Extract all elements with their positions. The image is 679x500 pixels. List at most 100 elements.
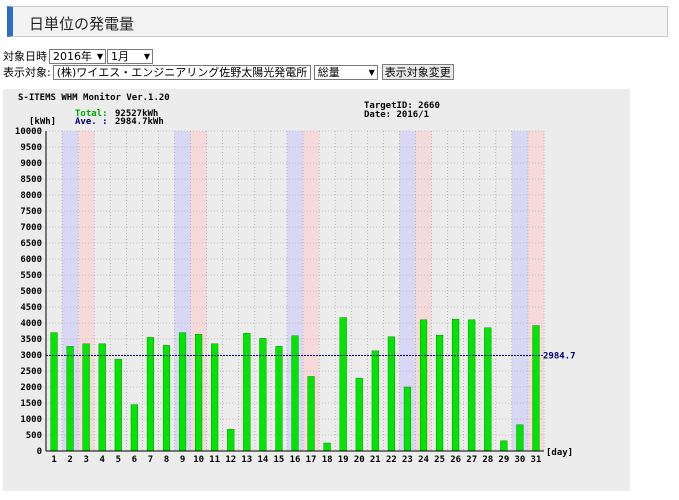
y-tick-label: 8500 <box>20 175 42 185</box>
x-tick-label: 21 <box>370 455 381 465</box>
x-tick-label: 19 <box>338 455 349 465</box>
generation-chart: 0 500 1000 1500 2000 2500 3000 3500 4000 4500 5000… <box>3 89 630 491</box>
bar <box>500 440 508 452</box>
bar <box>98 343 106 452</box>
x-unit-label: [day] <box>546 448 573 458</box>
year-select[interactable]: 2016年 ▼ <box>49 48 106 64</box>
bar <box>371 350 379 452</box>
target-selector-row: 表示対象: (株)ワイエス・エンジニアリング佐野太陽光発電所 ▼ 総量 ▼ 表示… <box>3 64 454 80</box>
x-tick-label: 15 <box>274 455 285 465</box>
chevron-down-icon: ▼ <box>368 67 375 77</box>
y-tick-label: 2500 <box>20 367 42 377</box>
y-tick-label: 7000 <box>20 223 42 233</box>
x-tick-label: 12 <box>225 455 236 465</box>
page-title-bar: 日単位の発電量 <box>7 6 668 37</box>
chart-svg: 0 500 1000 1500 2000 2500 3000 3500 4000 4500 5000… <box>15 92 576 465</box>
x-tick-label: 26 <box>450 455 461 465</box>
date-selector-row: 対象日時 2016年 ▼ 1月 ▼ <box>3 48 154 64</box>
y-tick-label: 3000 <box>20 351 42 361</box>
y-tick-label: 9000 <box>20 159 42 169</box>
month-select-value: 1月 <box>111 50 129 63</box>
y-tick-label: 6500 <box>20 239 42 249</box>
year-select-value: 2016年 <box>53 50 92 63</box>
x-tick-label: 8 <box>164 455 169 465</box>
x-tick-label: 29 <box>498 455 509 465</box>
bar <box>162 345 171 452</box>
bar <box>275 346 283 452</box>
chevron-down-icon: ▼ <box>310 68 311 77</box>
y-tick-label: 0 <box>37 447 42 457</box>
bar <box>484 327 492 452</box>
x-tick-label: 10 <box>193 455 204 465</box>
bar <box>516 424 524 452</box>
x-tick-label: 9 <box>180 455 185 465</box>
metric-select-value: 総量 <box>317 66 340 79</box>
x-tick-label: 20 <box>354 455 365 465</box>
bar <box>195 333 203 452</box>
y-tick-label: 4500 <box>20 303 42 313</box>
x-tick-label: 31 <box>531 455 542 465</box>
month-select[interactable]: 1月 ▼ <box>107 48 153 64</box>
bar <box>227 429 235 452</box>
bar <box>50 332 58 452</box>
bar <box>243 333 251 452</box>
y-tick-label: 5000 <box>20 287 42 297</box>
x-tick-label: 22 <box>386 455 397 465</box>
date-label: 対象日時 <box>3 50 47 63</box>
bar <box>82 343 90 452</box>
bar <box>355 377 363 452</box>
x-tick-label: 3 <box>83 455 88 465</box>
x-tick-label: 23 <box>402 455 413 465</box>
y-tick-label: 1000 <box>20 415 42 425</box>
bar <box>307 376 315 452</box>
x-tick-label: 6 <box>132 455 137 465</box>
chevron-down-icon: ▼ <box>143 51 150 61</box>
x-tick-label: 28 <box>482 455 493 465</box>
bar <box>211 343 219 452</box>
x-tick-label: 30 <box>514 455 525 465</box>
average-line-label: 2984.7 <box>543 351 576 361</box>
bar <box>452 318 460 452</box>
chevron-down-icon: ▼ <box>96 51 103 61</box>
bar <box>339 317 347 452</box>
x-tick-label: 11 <box>209 455 220 465</box>
x-tick-label: 2 <box>67 455 72 465</box>
x-tick-label: 5 <box>116 455 121 465</box>
x-tick-label: 17 <box>306 455 317 465</box>
facility-select-value: (株)ワイエス・エンジニアリング佐野太陽光発電所 <box>56 66 308 79</box>
bar <box>323 442 331 452</box>
ave-value: 2984.7kWh <box>115 117 164 127</box>
x-tick-label: 1 <box>51 455 56 465</box>
y-tick-label: 3500 <box>20 335 42 345</box>
y-tick-label: 4000 <box>20 319 42 329</box>
monitor-title: S-ITEMS WHM Monitor Ver.1.20 <box>18 92 170 103</box>
ave-label: Ave. : <box>75 117 108 127</box>
chart-date: Date: 2016/1 <box>364 110 429 120</box>
y-unit-label: [kWh] <box>29 117 56 127</box>
x-tick-label: 25 <box>434 455 445 465</box>
bar <box>130 404 138 452</box>
metric-select[interactable]: 総量 ▼ <box>313 64 378 80</box>
bar <box>387 336 395 452</box>
change-target-button[interactable]: 表示対象変更 <box>381 64 454 80</box>
bar <box>146 337 154 452</box>
bar <box>291 335 299 452</box>
bar <box>436 334 444 452</box>
x-tick-label: 7 <box>148 455 153 465</box>
bar <box>532 325 540 452</box>
bar <box>66 346 74 452</box>
bar <box>419 319 428 452</box>
y-tick-label: 8000 <box>20 191 42 201</box>
y-tick-label: 2000 <box>20 383 42 393</box>
bar <box>468 319 476 452</box>
facility-select[interactable]: (株)ワイエス・エンジニアリング佐野太陽光発電所 ▼ <box>52 64 311 80</box>
x-tick-label: 16 <box>290 455 301 465</box>
x-tick-label: 14 <box>257 455 268 465</box>
y-tick-label: 7500 <box>20 207 42 217</box>
y-tick-label: 5500 <box>20 271 42 281</box>
bar <box>178 332 187 452</box>
x-tick-label: 4 <box>100 455 106 465</box>
x-tick-label: 13 <box>241 455 252 465</box>
page-title: 日単位の発電量 <box>29 15 135 33</box>
bar <box>403 386 412 452</box>
